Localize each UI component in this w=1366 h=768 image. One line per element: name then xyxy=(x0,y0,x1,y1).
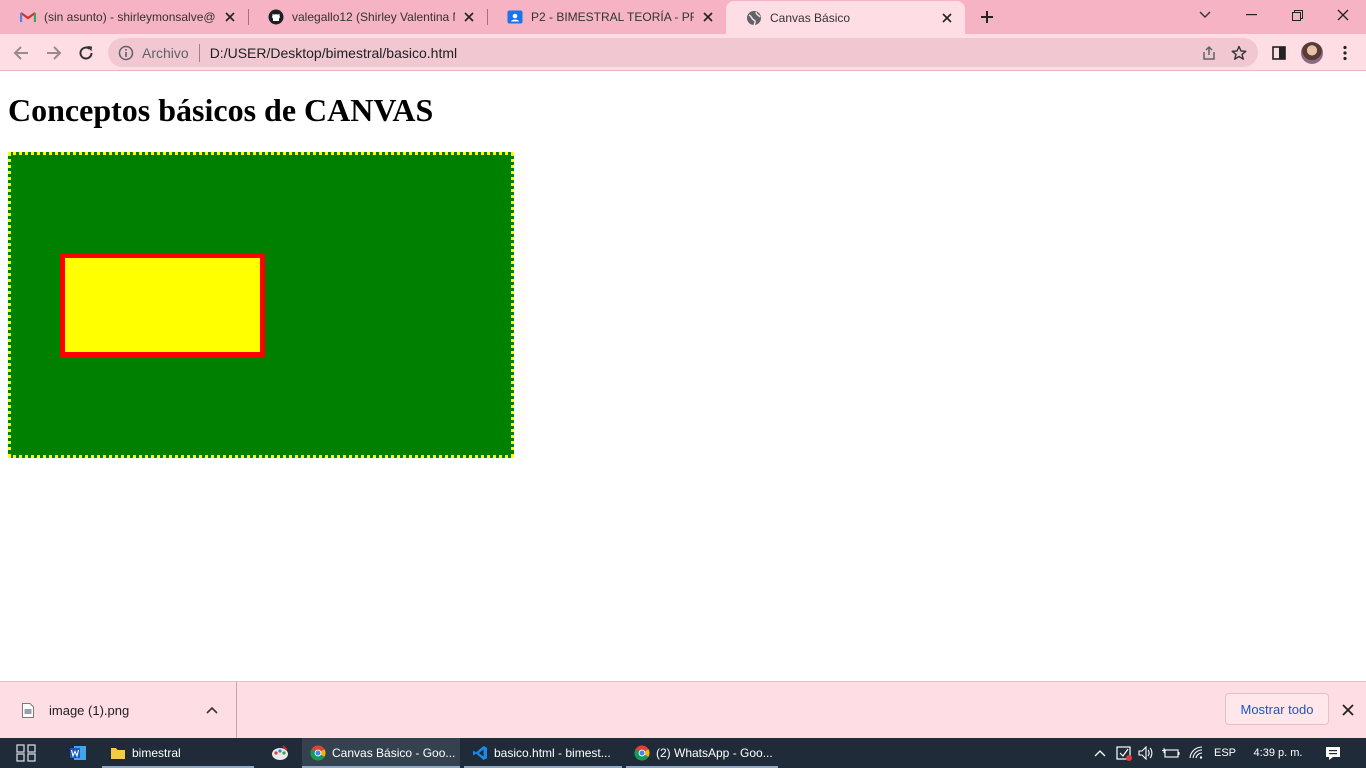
profile-button[interactable] xyxy=(1300,41,1324,65)
new-tab-button[interactable] xyxy=(976,7,998,27)
notification-app-icon[interactable] xyxy=(1114,738,1134,768)
word-icon xyxy=(70,746,86,760)
side-panel-icon xyxy=(1272,46,1286,60)
reload-button[interactable] xyxy=(73,40,99,66)
download-bar: image (1).png Mostrar todo xyxy=(0,681,1366,738)
wifi-icon xyxy=(1189,746,1203,759)
side-panel-button[interactable] xyxy=(1267,41,1291,65)
system-clock[interactable]: 4:39 p. m. xyxy=(1248,738,1308,768)
chevron-up-icon xyxy=(1094,750,1106,757)
gmail-icon xyxy=(20,9,36,25)
wifi-button[interactable] xyxy=(1186,738,1208,768)
taskbar-label: bimestral xyxy=(132,746,181,760)
taskbar-label: (2) WhatsApp - Goo... xyxy=(656,746,773,760)
restore-icon xyxy=(1291,9,1303,21)
close-tab-icon[interactable] xyxy=(222,9,238,25)
address-bar[interactable]: Archivo D:/USER/Desktop/bimestral/basico… xyxy=(108,38,1258,67)
tab-title: Canvas Básico xyxy=(770,10,851,25)
action-center-button[interactable] xyxy=(1318,738,1348,768)
classroom-icon xyxy=(507,9,523,25)
arrow-right-icon xyxy=(47,46,62,60)
tab-search-button[interactable] xyxy=(1182,0,1228,30)
chevron-up-icon[interactable] xyxy=(204,702,220,718)
close-tab-icon[interactable] xyxy=(700,9,716,25)
task-view-button[interactable] xyxy=(14,738,38,768)
back-button[interactable] xyxy=(8,40,34,66)
tab-title: (sin asunto) - shirleymonsalve@c xyxy=(44,10,216,24)
tab-classroom[interactable]: P2 - BIMESTRAL TEORÍA - PRÁCT xyxy=(487,0,726,34)
notification-icon xyxy=(1326,746,1340,760)
forward-button[interactable] xyxy=(41,40,67,66)
show-hidden-icons-button[interactable] xyxy=(1090,738,1110,768)
reload-icon xyxy=(79,46,93,60)
tab-gmail[interactable]: (sin asunto) - shirleymonsalve@c xyxy=(0,0,248,34)
browser-toolbar: Archivo D:/USER/Desktop/bimestral/basico… xyxy=(0,34,1366,71)
windows-taskbar: bimestral Canvas Básico - Goo... basico.… xyxy=(0,738,1366,768)
address-divider xyxy=(198,43,200,62)
task-view-icon xyxy=(16,744,36,762)
page-content: Conceptos básicos de CANVAS xyxy=(0,72,1366,681)
bookmark-star-icon[interactable] xyxy=(1224,42,1254,64)
canvas-element xyxy=(8,152,514,458)
minimize-icon xyxy=(1245,14,1257,16)
minimize-button[interactable] xyxy=(1228,0,1274,30)
tab-canvas-basico[interactable]: Canvas Básico xyxy=(726,1,965,34)
close-icon xyxy=(1337,9,1349,21)
chevron-down-icon xyxy=(1199,11,1211,18)
close-tab-icon[interactable] xyxy=(939,10,955,26)
plus-icon xyxy=(981,11,993,23)
volume-button[interactable] xyxy=(1136,738,1156,768)
tab-title: valegallo12 (Shirley Valentina Mo xyxy=(292,10,455,24)
tab-strip: (sin asunto) - shirleymonsalve@c valegal… xyxy=(0,0,1366,34)
canvas-rectangle xyxy=(60,253,265,357)
arrow-left-icon xyxy=(13,46,28,60)
tab-title: P2 - BIMESTRAL TEORÍA - PRÁCT xyxy=(531,10,694,24)
security-label: Archivo xyxy=(142,44,189,61)
close-download-bar-button[interactable] xyxy=(1338,700,1358,720)
close-tab-icon[interactable] xyxy=(461,9,477,25)
restore-button[interactable] xyxy=(1274,0,1320,30)
taskbar-bimestral-folder[interactable]: bimestral xyxy=(102,738,254,768)
taskbar-chrome-canvas[interactable]: Canvas Básico - Goo... xyxy=(302,738,460,768)
show-all-downloads-button[interactable]: Mostrar todo xyxy=(1225,693,1329,725)
page-title: Conceptos básicos de CANVAS xyxy=(8,92,434,128)
download-file-name: image (1).png xyxy=(49,702,130,718)
vscode-icon xyxy=(473,746,487,760)
share-icon[interactable] xyxy=(1194,42,1224,64)
paint-icon xyxy=(272,745,288,760)
menu-button[interactable] xyxy=(1333,41,1357,65)
taskbar-vscode[interactable]: basico.html - bimest... xyxy=(464,738,622,768)
download-item[interactable]: image (1).png xyxy=(0,682,237,738)
globe-icon xyxy=(746,10,762,26)
folder-icon xyxy=(111,748,125,759)
taskbar-paint[interactable] xyxy=(268,738,292,768)
chrome-icon xyxy=(634,745,650,761)
speaker-icon xyxy=(1138,746,1153,760)
taskbar-chrome-whatsapp[interactable]: (2) WhatsApp - Goo... xyxy=(626,738,778,768)
image-file-icon xyxy=(22,702,34,718)
taskbar-label: basico.html - bimest... xyxy=(494,746,611,760)
taskbar-word[interactable] xyxy=(66,738,90,768)
github-icon xyxy=(268,9,284,25)
kebab-menu-icon xyxy=(1343,45,1347,61)
close-icon xyxy=(1342,704,1354,716)
tab-github[interactable]: valegallo12 (Shirley Valentina Mo xyxy=(248,0,487,34)
battery-button[interactable] xyxy=(1160,738,1182,768)
taskbar-label: Canvas Básico - Goo... xyxy=(332,746,456,760)
security-shield-icon xyxy=(1116,746,1132,761)
url-text[interactable]: D:/USER/Desktop/bimestral/basico.html xyxy=(210,45,1194,61)
info-icon[interactable] xyxy=(118,45,134,61)
language-indicator[interactable]: ESP xyxy=(1210,738,1240,768)
close-window-button[interactable] xyxy=(1320,0,1366,30)
avatar xyxy=(1301,42,1323,64)
chrome-icon xyxy=(310,745,326,761)
battery-charging-icon xyxy=(1162,748,1180,758)
